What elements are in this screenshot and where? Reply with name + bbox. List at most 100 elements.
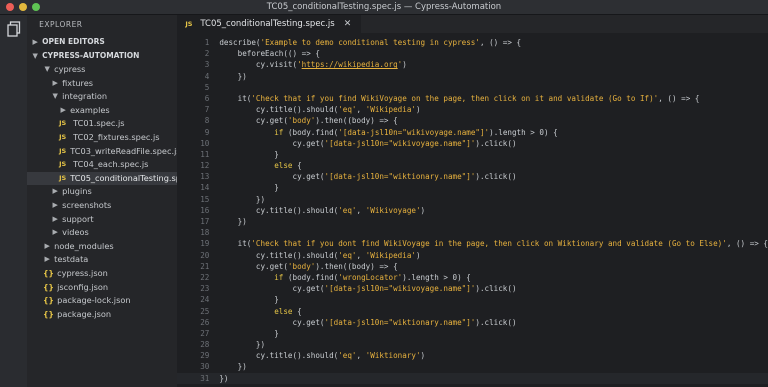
window-controls [6, 3, 40, 11]
files-icon[interactable] [6, 21, 22, 37]
explorer-header: EXPLORER [39, 20, 83, 29]
code-line[interactable]: 8 cy.get('body').then((body) => { [177, 115, 768, 126]
code-line[interactable]: 27 } [177, 328, 768, 339]
file-item[interactable]: {} jsconfig.json [27, 281, 177, 295]
code-text: it('Check that if you find WikiVoyage on… [219, 93, 700, 103]
code-editor[interactable]: 1 describe('Example to demo conditional t… [177, 33, 768, 384]
chevron-right-icon: ▶ [52, 78, 58, 87]
chevron-right-icon: ▶ [52, 228, 58, 237]
line-number: 1 [204, 38, 210, 47]
line-number: 5 [204, 82, 210, 92]
code-text: }) [219, 194, 266, 204]
code-line[interactable]: 2 beforeEach(() => { [177, 48, 768, 59]
minimize-window-button[interactable] [19, 3, 27, 11]
code-line[interactable]: 19 it('Check that if you dont find WikiV… [177, 238, 768, 249]
tree-item-label: TC05_conditionalTesting.spec.js [70, 172, 177, 183]
code-line[interactable]: 23 cy.get('[data-jsl10n="wikivoyage.name… [177, 283, 768, 294]
chevron-right-icon: ▶ [44, 255, 50, 264]
tree-item-label: TC03_writeReadFile.spec.js [70, 145, 178, 156]
code-line[interactable]: 4 }) [177, 71, 768, 82]
code-line[interactable]: 10 cy.get('[data-jsl10n="wikivoyage.name… [177, 138, 768, 149]
chevron-right-icon: ▶ [32, 38, 38, 46]
folder-item[interactable]: ▼ integration [27, 90, 177, 104]
line-number: 6 [204, 93, 210, 103]
folder-item[interactable]: ▶ plugins [27, 185, 177, 199]
code-line[interactable]: 30 }) [177, 361, 768, 372]
folder-item[interactable]: ▼ cypress [27, 63, 177, 77]
code-line[interactable]: 6 it('Check that if you find WikiVoyage … [177, 93, 768, 104]
chevron-down-icon: ▼ [52, 92, 58, 101]
code-line[interactable]: 13 cy.get('[data-jsl10n="wiktionary.name… [177, 171, 768, 182]
line-number: 27 [200, 328, 210, 338]
code-line[interactable]: 14 } [177, 182, 768, 193]
folder-item[interactable]: ▶ examples [27, 104, 177, 118]
code-line[interactable]: 11 } [177, 149, 768, 160]
editor-area: JS TC05_conditionalTesting.spec.js ✕ 1 de… [177, 15, 768, 387]
code-line[interactable]: 29 cy.title().should('eq', 'Wiktionary') [177, 350, 768, 361]
close-icon[interactable]: ✕ [344, 15, 352, 33]
code-line[interactable]: 7 cy.title().should('eq', 'Wikipedia') [177, 104, 768, 115]
line-number: 26 [200, 317, 210, 327]
code-text: cy.get('[data-jsl10n="wiktionary.name"]'… [219, 172, 517, 182]
folder-item[interactable]: ▶ support [27, 213, 177, 227]
file-item[interactable]: JS TC03_writeReadFile.spec.js [27, 145, 177, 159]
close-window-button[interactable] [6, 3, 14, 11]
code-line[interactable]: 18 [177, 227, 768, 238]
tree-item-label: examples [70, 104, 110, 115]
tree-item-label: TC02_fixtures.spec.js [73, 131, 160, 142]
file-item[interactable]: JS TC04_each.spec.js [27, 158, 177, 172]
code-text: cy.title().should('eq', 'Wikipedia') [219, 105, 421, 115]
folder-item[interactable]: ▶ videos [27, 226, 177, 240]
code-text: if (body.find('wrongLocator').length > 0… [274, 272, 471, 282]
chevron-right-icon: ▶ [44, 241, 50, 250]
project-section[interactable]: ▼ CYPRESS-AUTOMATION [27, 49, 177, 63]
folder-item[interactable]: ▶ node_modules [27, 240, 177, 254]
file-item[interactable]: JSTC05_conditionalTesting.spec.js [27, 171, 178, 186]
file-item[interactable]: {} package.json [27, 308, 177, 322]
line-number: 14 [200, 183, 210, 193]
line-number: 3 [204, 60, 210, 70]
code-line[interactable]: 5 [177, 82, 768, 93]
code-text: } [219, 328, 279, 338]
code-text: } [219, 149, 279, 159]
code-line[interactable]: 24 } [177, 294, 768, 305]
code-line[interactable]: 9 if (body.find('[data-jsl10n="wikivoyag… [177, 127, 768, 138]
code-line[interactable]: 12 else { [177, 160, 768, 171]
line-number: 7 [204, 105, 210, 115]
file-item[interactable]: JS TC02_fixtures.spec.js [27, 131, 177, 145]
open-editors-section[interactable]: ▶ OPEN EDITORS [27, 35, 177, 49]
code-line[interactable]: 22 if (body.find('wrongLocator').length … [177, 272, 768, 283]
code-line[interactable]: 1 describe('Example to demo conditional t… [177, 37, 768, 48]
file-item[interactable]: {} cypress.json [27, 267, 177, 281]
code-line[interactable]: 28 }) [177, 339, 768, 350]
line-number: 17 [200, 217, 210, 226]
code-line[interactable]: 16 cy.title().should('eq', 'Wikivoyage') [177, 205, 768, 216]
file-item[interactable]: {} package-lock.json [27, 294, 177, 308]
code-line[interactable]: 25 else { [177, 306, 768, 317]
code-line[interactable]: 20 cy.title().should('eq', 'Wikipedia') [177, 250, 768, 261]
tree-item-label: TC01.spec.js [73, 118, 125, 129]
line-number: 21 [200, 261, 210, 271]
json-file-icon: {} [43, 282, 54, 292]
folder-item[interactable]: ▶ testdata [27, 253, 177, 267]
code-line[interactable]: 3 cy.visit('https://wikipedia.org') [177, 59, 768, 70]
folder-item[interactable]: ▶ fixtures [27, 77, 177, 91]
line-number: 2 [204, 49, 210, 59]
code-text: if (body.find('[data-jsl10n="wikivoyage.… [274, 127, 558, 137]
code-line[interactable]: 26 cy.get('[data-jsl10n="wiktionary.name… [177, 317, 768, 328]
code-line[interactable]: 17 }) [177, 216, 768, 227]
code-line[interactable]: 21 cy.get('body').then((body) => { [177, 261, 768, 272]
line-number: 10 [200, 138, 210, 148]
tab-tc05-conditional-testing[interactable]: JS TC05_conditionalTesting.spec.js ✕ [177, 15, 362, 33]
code-line[interactable]: 15 }) [177, 194, 768, 205]
folder-item[interactable]: ▶ screenshots [27, 199, 177, 213]
window-title: TC05_conditionalTesting.spec.js — Cypres… [266, 2, 502, 12]
file-item[interactable]: JS TC01.spec.js [27, 117, 177, 131]
tree-item-label: node_modules [54, 240, 114, 251]
code-text: describe('Example to demo conditional te… [219, 38, 522, 47]
maximize-window-button[interactable] [32, 3, 40, 11]
line-number: 16 [200, 205, 210, 215]
code-line[interactable]: 31}) [177, 372, 768, 384]
